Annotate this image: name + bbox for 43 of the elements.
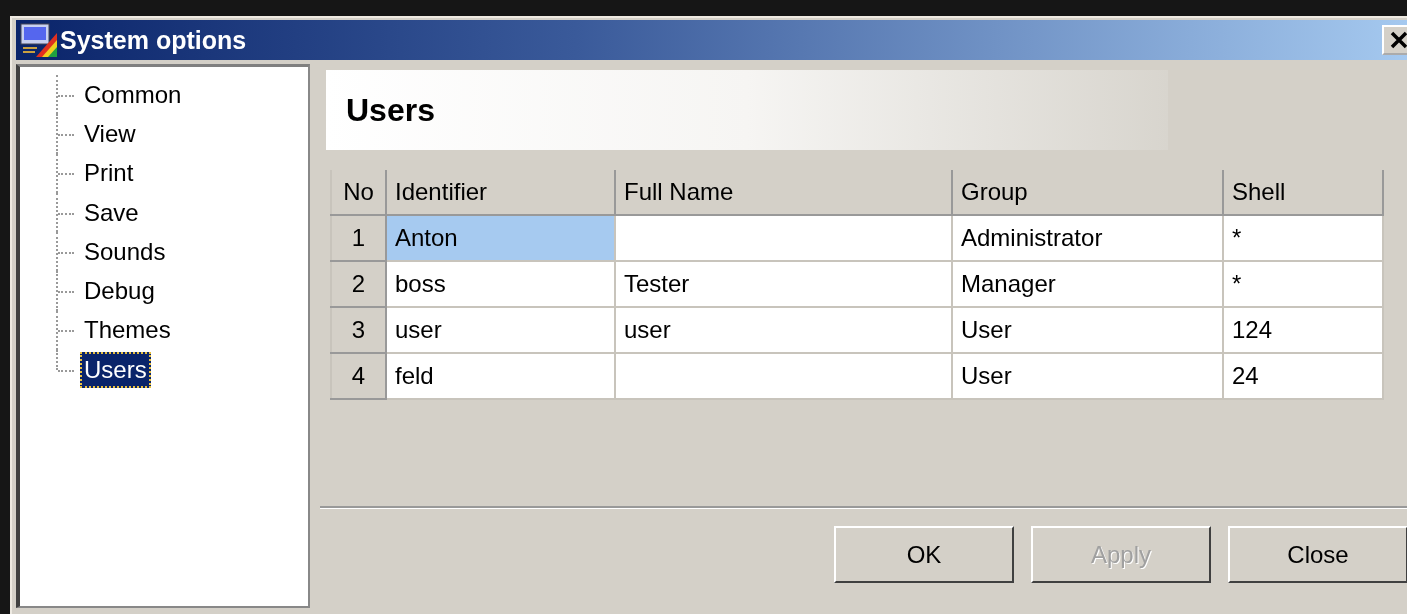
tree-item[interactable]: Users xyxy=(80,351,151,388)
table-cell: User xyxy=(952,353,1223,399)
table-cell: User xyxy=(952,307,1223,353)
table-cell: boss xyxy=(386,261,615,307)
column-header[interactable]: Identifier xyxy=(386,170,615,215)
table-cell: * xyxy=(1223,261,1383,307)
table-cell: feld xyxy=(386,353,615,399)
table-cell: Anton xyxy=(386,215,615,261)
tree-line xyxy=(56,192,76,233)
tree-item[interactable]: View xyxy=(80,115,140,152)
page-heading: Users xyxy=(346,91,435,129)
tree-line xyxy=(56,153,76,193)
app-icon xyxy=(20,23,58,57)
row-number: 2 xyxy=(331,261,386,307)
tree-item[interactable]: Themes xyxy=(80,312,175,349)
table-cell: user xyxy=(615,307,952,353)
table-cell: 124 xyxy=(1223,307,1383,353)
row-number: 4 xyxy=(331,353,386,399)
table-cell: Manager xyxy=(952,261,1223,307)
table-cell: Administrator xyxy=(952,215,1223,261)
tree-item[interactable]: Common xyxy=(80,76,186,113)
tree-line xyxy=(56,75,76,115)
dialog-button[interactable]: OK xyxy=(834,526,1014,583)
dialog-button[interactable]: Close xyxy=(1228,526,1407,583)
column-header[interactable]: No xyxy=(331,170,386,215)
tree-item[interactable]: Print xyxy=(80,155,138,192)
table-cell: * xyxy=(1223,215,1383,261)
tree-item[interactable]: Save xyxy=(80,194,143,231)
close-button[interactable] xyxy=(1382,25,1407,55)
column-header[interactable]: Shell xyxy=(1223,170,1383,215)
table-cell: Tester xyxy=(615,261,952,307)
column-header[interactable]: Full Name xyxy=(615,170,952,215)
tree-line xyxy=(56,114,76,154)
table-cell: 24 xyxy=(1223,353,1383,399)
tree-item[interactable]: Debug xyxy=(80,273,159,310)
column-header[interactable]: Group xyxy=(952,170,1223,215)
tree-line xyxy=(56,271,76,311)
tree-line xyxy=(56,232,76,272)
row-number: 1 xyxy=(331,215,386,261)
row-number: 3 xyxy=(331,307,386,353)
window-title: System options xyxy=(60,25,248,55)
tree-item[interactable]: Sounds xyxy=(80,233,170,270)
table-cell: user xyxy=(386,307,615,353)
